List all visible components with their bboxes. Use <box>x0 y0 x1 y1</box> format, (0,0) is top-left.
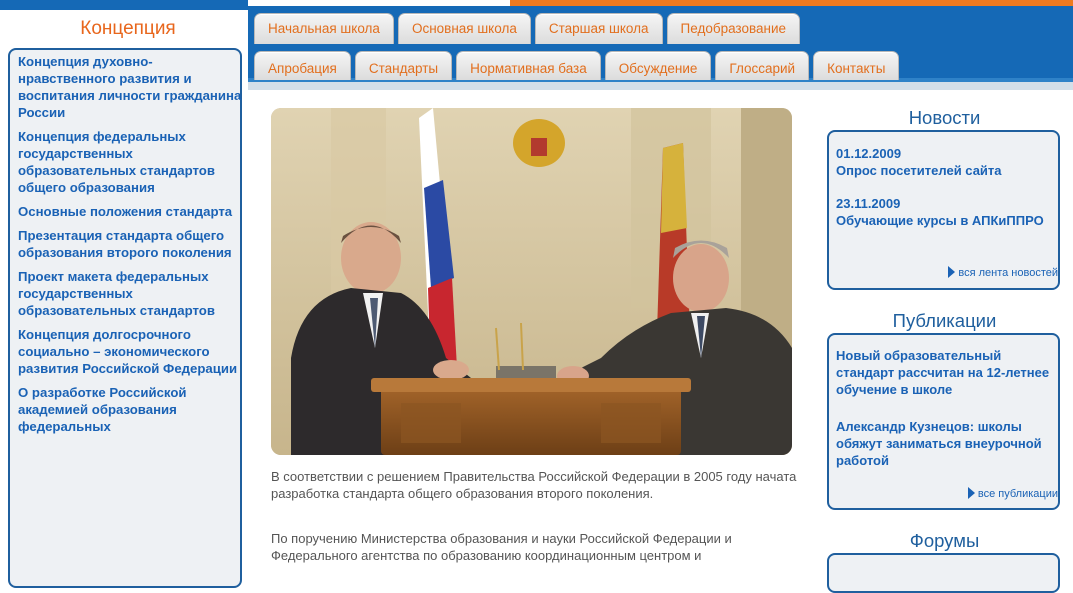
header-shadow <box>248 82 1073 90</box>
tab-primary-school[interactable]: Начальная школа <box>254 13 394 44</box>
nav-tabs-row-1: Начальная школа Основная школа Старшая ш… <box>254 13 801 44</box>
nav-tabs-row-2: Апробация Стандарты Нормативная база Обс… <box>254 51 900 80</box>
news-item-2-text[interactable]: Обучающие курсы в АПКиППРО <box>836 212 1058 229</box>
sidebar-list: Концепция духовно-нравственного развития… <box>18 53 243 442</box>
sidebar-link-standard-basics[interactable]: Основные положения стандарта <box>18 203 243 220</box>
news-item-1-date: 01.12.2009 <box>836 146 902 161</box>
sidebar-link-development-concept[interactable]: Концепция долгосрочного социально – экон… <box>18 326 243 377</box>
tab-teacher-education[interactable]: Педобразование <box>666 13 801 44</box>
tab-high-school[interactable]: Старшая школа <box>534 13 663 44</box>
all-publications-label: все публикации <box>977 488 1058 500</box>
publication-item-1[interactable]: Новый образовательный стандарт рассчитан… <box>836 347 1058 398</box>
publications-title: Публикации <box>892 310 997 331</box>
tab-approbation[interactable]: Апробация <box>254 51 351 80</box>
meeting-photo <box>271 108 792 455</box>
news-title: Новости <box>908 107 981 128</box>
all-news-label: вся лента новостей <box>958 267 1058 279</box>
publication-item-2[interactable]: Александр Кузнецов: школы обяжут занимат… <box>836 418 1058 469</box>
forums-panel <box>827 553 1060 593</box>
tab-contacts[interactable]: Контакты <box>813 51 900 80</box>
sidebar-link-rao-development[interactable]: О разработке Российской академией образо… <box>18 384 243 435</box>
tab-discussion[interactable]: Обсуждение <box>604 51 712 80</box>
tab-standards[interactable]: Стандарты <box>354 51 453 80</box>
tab-basic-school[interactable]: Основная школа <box>397 13 531 44</box>
sidebar-link-fgos-concept[interactable]: Концепция федеральных государственных об… <box>18 128 243 196</box>
ministry-paragraph: По поручению Министерства образования и … <box>271 531 732 563</box>
sidebar-title: Концепция <box>80 18 176 39</box>
news-item-1[interactable]: 01.12.2009 Опрос посетителей сайта <box>836 145 1058 179</box>
news-item-1-text[interactable]: Опрос посетителей сайта <box>836 162 1058 179</box>
header-left-bar <box>0 0 248 10</box>
tab-regulatory-base[interactable]: Нормативная база <box>456 51 601 80</box>
sidebar-link-moral-education[interactable]: Концепция духовно-нравственного развития… <box>18 53 243 121</box>
news-item-2[interactable]: 23.11.2009 Обучающие курсы в АПКиППРО <box>836 195 1058 229</box>
all-publications-link[interactable]: все публикации <box>967 487 1058 500</box>
tab-glossary[interactable]: Глоссарий <box>715 51 810 80</box>
arrow-right-icon <box>967 487 975 499</box>
sidebar-link-standard-presentation[interactable]: Презентация стандарта общего образования… <box>18 227 243 261</box>
intro-paragraph: В соответствии с решением Правительства … <box>271 469 797 501</box>
news-item-2-date: 23.11.2009 <box>836 196 901 211</box>
all-news-link[interactable]: вся лента новостей <box>948 266 1058 279</box>
arrow-right-icon <box>948 266 956 278</box>
sidebar-link-standards-layout[interactable]: Проект макета федеральных государственны… <box>18 268 243 319</box>
forums-title: Форумы <box>909 530 980 551</box>
